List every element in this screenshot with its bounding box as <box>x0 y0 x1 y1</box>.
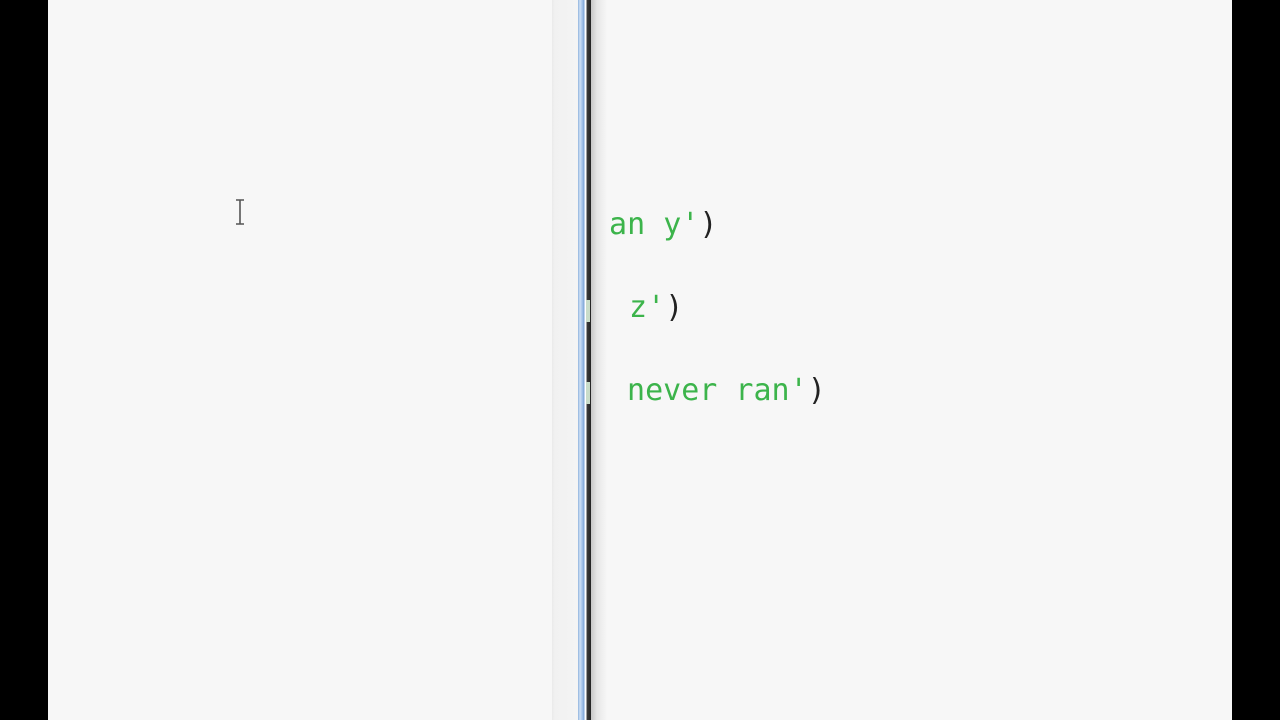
string-literal: never ran' <box>609 373 808 408</box>
closing-paren: ) <box>665 290 684 325</box>
code-line[interactable]: han y') <box>591 208 717 242</box>
closing-paren: ) <box>807 373 826 408</box>
left-pane-edge <box>552 0 578 720</box>
string-literal: han y' <box>591 207 700 242</box>
clipped-text-fragment <box>586 300 590 322</box>
left-editor-pane[interactable] <box>48 0 552 720</box>
closing-paren: ) <box>699 207 718 242</box>
string-literal: z' <box>611 290 666 325</box>
code-line[interactable]: never ran') <box>609 374 826 408</box>
code-area[interactable]: han y') z') never ran') <box>591 0 1232 720</box>
pane-splitter[interactable] <box>578 0 591 720</box>
text-ibeam-cursor-icon <box>236 199 244 225</box>
splitter-shadow <box>591 0 607 720</box>
code-line[interactable]: z') <box>611 291 683 325</box>
right-editor-pane[interactable]: han y') z') never ran') <box>591 0 1232 720</box>
screen-border-right <box>1232 0 1280 720</box>
screen: han y') z') never ran') <box>0 0 1280 720</box>
clipped-text-fragment <box>586 382 590 404</box>
